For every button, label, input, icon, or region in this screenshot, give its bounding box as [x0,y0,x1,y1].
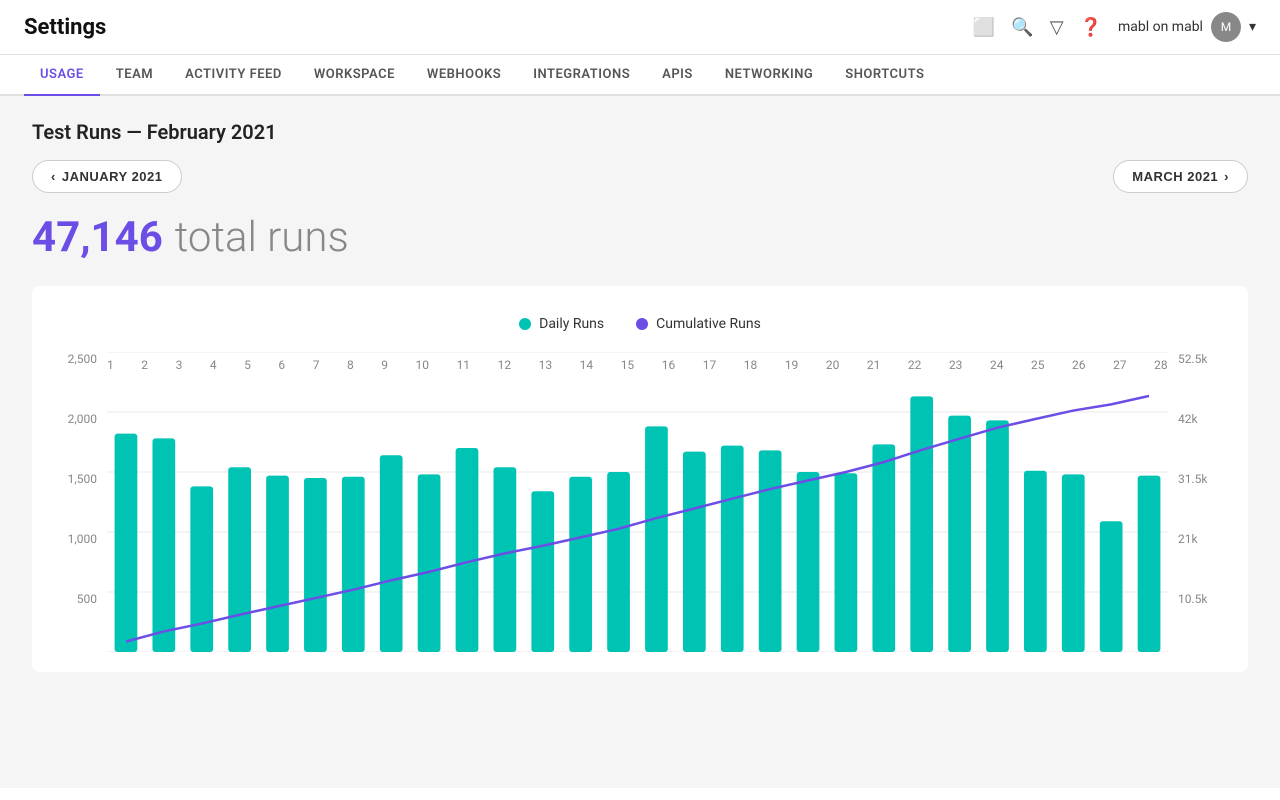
cumulative-runs-dot [636,318,648,330]
nav-item-usage[interactable]: USAGE [24,55,100,96]
y-right-label-2: 42k [1178,412,1198,426]
daily-runs-label: Daily Runs [539,316,604,332]
legend-cumulative: Cumulative Runs [636,316,761,332]
y-right-label-4: 21k [1178,532,1198,546]
user-menu[interactable]: mabl on mabl M ▾ [1118,12,1256,42]
y-right-label-3: 31.5k [1178,472,1207,486]
help-icon[interactable]: ❓ [1080,17,1102,38]
next-month-label: MARCH 2021 [1132,169,1218,184]
nav-item-integrations[interactable]: INTEGRATIONS [517,55,646,96]
y-right-label-1: 52.5k [1178,352,1207,366]
page-title: Test Runs — February 2021 [32,120,1248,144]
cumulative-runs-label: Cumulative Runs [656,316,761,332]
month-nav: ‹ JANUARY 2021 MARCH 2021 › [32,160,1248,193]
nav-item-networking[interactable]: NETWORKING [709,55,829,96]
user-label: mabl on mabl [1118,19,1203,35]
nav-item-webhooks[interactable]: WEBHOOKS [411,55,517,96]
chevron-down-icon: ▾ [1249,19,1256,35]
monitor-icon[interactable]: ⬜ [973,17,995,38]
app-title: Settings [24,15,106,40]
prev-month-button[interactable]: ‹ JANUARY 2021 [32,160,182,193]
header-right: ⬜ 🔍 ▽ ❓ mabl on mabl M ▾ [973,12,1256,42]
nav-item-workspace[interactable]: WORKSPACE [298,55,411,96]
nav-item-shortcuts[interactable]: SHORTCUTS [829,55,940,96]
y-left-label-2: 2,000 [68,412,97,426]
y-left-label-1: 2,500 [68,352,97,366]
y-axis-left: 2,500 2,000 1,500 1,000 500 [52,352,107,652]
chart-plot-area: 1 2 3 4 5 6 7 8 9 10 11 12 13 14 15 16 1 [107,352,1168,652]
total-runs-display: 47,146 total runs [32,213,1248,262]
total-runs-count: 47,146 [32,213,163,262]
nav-item-activity-feed[interactable]: ACTIVITY FEED [169,55,298,96]
prev-month-label: JANUARY 2021 [62,169,163,184]
header: Settings ⬜ 🔍 ▽ ❓ mabl on mabl M ▾ [0,0,1280,55]
chart-container: Daily Runs Cumulative Runs 2,500 2,000 1… [32,286,1248,672]
filter-icon[interactable]: ▽ [1050,17,1064,38]
chart-svg [107,352,1168,652]
y-right-label-5: 10.5k [1178,592,1207,606]
total-runs-label: total runs [175,213,349,262]
nav-item-apis[interactable]: APIS [646,55,709,96]
chart-legend: Daily Runs Cumulative Runs [52,316,1228,332]
y-axis-right: 52.5k 42k 31.5k 21k 10.5k [1168,352,1228,652]
legend-daily: Daily Runs [519,316,604,332]
nav-item-team[interactable]: TEAM [100,55,169,96]
y-left-label-5: 500 [77,592,97,606]
next-month-button[interactable]: MARCH 2021 › [1113,160,1248,193]
main-content: Test Runs — February 2021 ‹ JANUARY 2021… [0,96,1280,788]
avatar: M [1211,12,1241,42]
search-icon[interactable]: 🔍 [1011,17,1033,38]
nav-bar: USAGE TEAM ACTIVITY FEED WORKSPACE WEBHO… [0,55,1280,96]
daily-runs-dot [519,318,531,330]
chevron-right-icon: › [1224,169,1229,184]
chevron-left-icon: ‹ [51,169,56,184]
y-left-label-3: 1,500 [68,472,97,486]
y-left-label-4: 1,000 [68,532,97,546]
